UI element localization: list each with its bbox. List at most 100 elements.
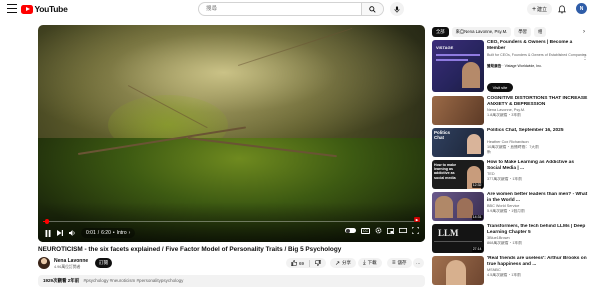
chip-related[interactable]: 相 — [533, 27, 547, 37]
more-horizontal-icon: ··· — [416, 260, 421, 266]
recommendation-title[interactable]: Transformers, the tech behind LLMs | Dee… — [487, 224, 588, 236]
recommendation-card[interactable]: 14:31 Are women better leaders than men?… — [432, 192, 592, 224]
hamburger-menu-icon[interactable] — [7, 4, 17, 13]
chips-scroll-right-button[interactable]: › — [579, 27, 589, 37]
chip-all[interactable]: 全部 — [432, 27, 449, 37]
volume-icon — [68, 230, 75, 236]
ad-thumbnail[interactable]: VISTAGE — [432, 40, 484, 92]
ad-title[interactable]: CEO, Founders & Owners | Become a Member — [487, 40, 588, 52]
video-thumbnail[interactable]: Politics Chat — [432, 128, 484, 157]
like-dislike-group: 69 — [286, 258, 327, 268]
chapter-title[interactable]: Intro — [117, 230, 127, 236]
total-time: 6:20 — [101, 230, 111, 236]
voice-search-button[interactable] — [390, 2, 404, 16]
time-separator: / — [97, 230, 100, 236]
ad-sponsor-line: 贊助廣告 · Vistage Worldwide, Inc. — [487, 64, 542, 68]
search-input[interactable] — [199, 3, 361, 15]
related-filter-chips: 全部 來自Nena Lavonne, Psy.M. 學習 相 — [432, 27, 588, 37]
chip-learning[interactable]: 學習 — [514, 27, 531, 37]
chip-from-channel[interactable]: 來自Nena Lavonne, Psy.M. — [451, 27, 512, 37]
channel-avatar[interactable] — [38, 257, 50, 269]
theater-mode-icon[interactable] — [399, 228, 407, 233]
volume-button[interactable] — [66, 227, 78, 239]
create-button[interactable]: + 建立 — [527, 3, 552, 15]
player-controls-right: CC — [345, 227, 419, 234]
chapter-separator: • — [112, 230, 115, 236]
save-button[interactable]: ≡ 儲存 — [387, 258, 412, 268]
recommendation-card[interactable]: COGNITIVE DISTORTIONS THAT INCREASE ANXI… — [432, 96, 592, 128]
ad-sponsor: Vistage Worldwide, Inc. — [504, 64, 542, 68]
miniplayer-icon[interactable] — [387, 227, 394, 234]
recommendation-title[interactable]: Are women better leaders than men? - Wha… — [487, 192, 588, 204]
plus-icon: + — [531, 5, 537, 13]
recommendation-card[interactable]: Politics Chat Politics Chat, September 16… — [432, 128, 592, 160]
download-icon: ⤓ — [363, 259, 366, 266]
hashtags[interactable]: #psychology #neuroticism #personalitypsy… — [84, 278, 184, 283]
visit-site-button[interactable]: Visit site — [487, 83, 513, 92]
video-thumbnail[interactable]: 14:31 — [432, 192, 484, 221]
recommendation-card[interactable]: 'Real friends are useless': Arthur Brook… — [432, 256, 592, 285]
search-icon — [369, 5, 376, 13]
bell-icon — [558, 5, 566, 13]
chevron-right-icon: › — [128, 230, 131, 236]
current-time: 0:01 — [86, 230, 96, 236]
share-button[interactable]: ↗ 分享 — [330, 258, 357, 268]
subtitles-button[interactable]: CC — [361, 227, 370, 234]
video-thumbnail[interactable]: LLM 27:14 — [432, 224, 484, 253]
recommendation-card[interactable]: LLM 27:14 Transformers, the tech behind … — [432, 224, 592, 256]
youtube-logo[interactable]: YouTube — [21, 4, 68, 14]
recommendation-card[interactable]: How to make learning as addictive as social… — [432, 160, 592, 192]
time-display: 0:01 / 6:20 • Intro › — [81, 228, 136, 238]
microphone-icon — [394, 5, 400, 13]
youtube-play-icon — [21, 4, 33, 14]
like-count[interactable]: 69 — [299, 261, 304, 266]
thumbs-up-icon[interactable] — [291, 260, 297, 266]
download-label: 下載 — [367, 260, 377, 265]
more-actions-button[interactable]: ··· — [413, 258, 424, 268]
search-box — [198, 2, 384, 16]
search-button[interactable] — [361, 3, 383, 15]
like-divider — [309, 259, 311, 267]
account-avatar[interactable]: N — [576, 3, 587, 14]
fullscreen-icon[interactable] — [412, 227, 419, 234]
autoplay-toggle[interactable] — [345, 228, 356, 233]
channel-name[interactable]: Nena Lavonne — [54, 258, 88, 264]
video-thumbnail[interactable]: How to make learning as addictive as social… — [432, 160, 484, 189]
masthead: YouTube + 建立 N — [0, 0, 600, 18]
video-duration: 27:14 — [471, 246, 483, 252]
video-thumbnail[interactable] — [432, 96, 484, 125]
new-badge: 新 — [487, 150, 491, 154]
sponsored-label: 贊助廣告 — [487, 64, 502, 68]
description-box[interactable]: 1929次觀看 2年前 #psychology #neuroticism #pe… — [38, 275, 425, 287]
ad-more-icon[interactable]: ⋮ — [582, 54, 588, 61]
video-duration: 14:31 — [471, 214, 483, 220]
download-button[interactable]: ⤓ 下載 — [358, 258, 382, 268]
pause-button[interactable] — [42, 227, 54, 239]
next-button[interactable] — [54, 227, 66, 239]
end-screen-logo: ▶ — [414, 217, 420, 222]
recommendation-title[interactable]: Politics Chat, September 16, 2025 — [487, 128, 588, 134]
sponsored-ad-card[interactable]: VISTAGE CEO, Founders & Owners | Become … — [432, 40, 592, 94]
recommendation-stats: 4.5萬次觀看・1年前 — [487, 273, 521, 277]
save-playlist-icon: ≡ — [392, 260, 396, 266]
save-label: 儲存 — [397, 260, 407, 265]
logo-text: YouTube — [34, 4, 68, 14]
recommendation-title[interactable]: 'Real friends are useless': Arthur Brook… — [487, 256, 588, 268]
recommendation-title[interactable]: How to Make Learning as Addictive as Soc… — [487, 160, 588, 172]
chevron-right-icon: › — [583, 29, 585, 35]
notifications-button[interactable] — [557, 4, 567, 14]
subscribe-button[interactable]: 訂閱 — [95, 258, 112, 268]
progress-bar[interactable] — [43, 219, 420, 224]
video-player[interactable]: ▶ 0:01 / 6:20 • Intro › CC — [38, 25, 425, 242]
video-thumbnail[interactable] — [432, 256, 484, 285]
pause-icon — [45, 229, 51, 237]
video-title: NEUROTICISM - the six facets explained /… — [38, 246, 342, 253]
create-label: 建立 — [537, 6, 548, 13]
progress-scrubber-handle[interactable] — [44, 219, 50, 224]
recommendation-stats: 1.8萬次觀看・3年前 — [487, 113, 521, 117]
thumbs-down-icon[interactable] — [315, 260, 321, 266]
recommendation-title[interactable]: COGNITIVE DISTORTIONS THAT INCREASE ANXI… — [487, 96, 588, 108]
video-duration: 12:32 — [471, 182, 483, 188]
recommendation-stats: 377萬次觀看・1年前 — [487, 177, 523, 181]
settings-gear-icon[interactable] — [375, 227, 382, 234]
